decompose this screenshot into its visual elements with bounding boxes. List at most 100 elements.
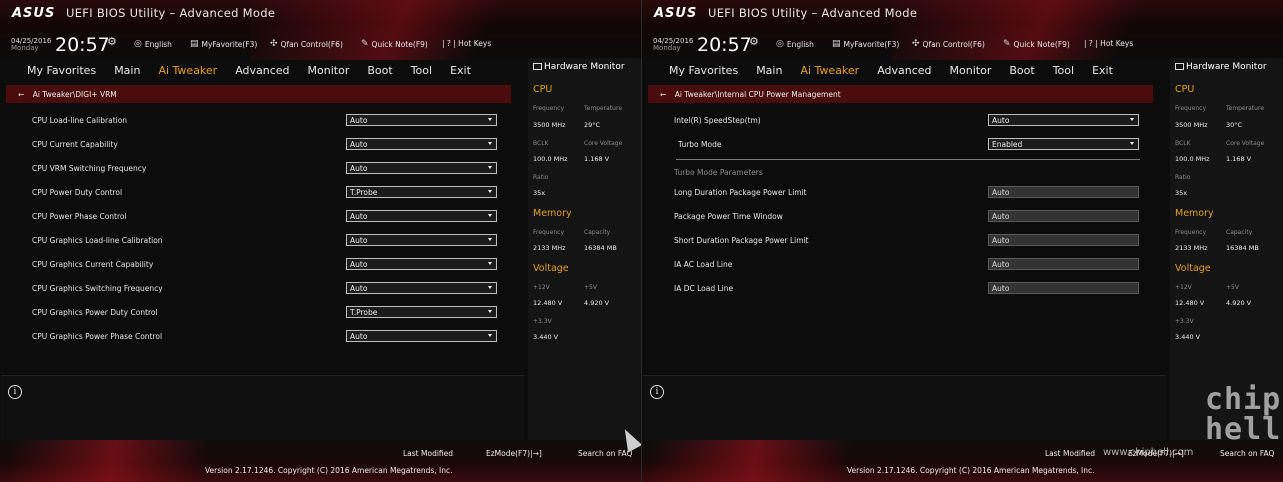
setting-row: IA AC Load Line Auto — [674, 258, 1144, 272]
ia-ac-load-line-input[interactable]: Auto — [988, 258, 1139, 270]
hw-label: BCLK — [533, 140, 549, 147]
tab-tool[interactable]: Tool — [1044, 64, 1083, 78]
cpu-llc-dropdown[interactable]: Auto — [346, 114, 497, 126]
quick-note-button[interactable]: ✎ Quick Note(F9) — [1003, 39, 1070, 49]
setting-row: CPU Graphics Power Phase Control Auto — [32, 330, 502, 344]
hw-bclk: 100.0 MHz — [1175, 155, 1210, 163]
last-modified-button[interactable]: Last Modified — [403, 449, 453, 458]
setting-row: CPU Current Capability Auto — [32, 138, 502, 152]
version-text: Version 2.17.1246. Copyright (C) 2016 Am… — [847, 466, 1095, 475]
gear-icon[interactable]: ⚙ — [749, 35, 759, 48]
setting-label: CPU Graphics Load-line Calibration — [32, 236, 163, 245]
short-duration-power-limit-input[interactable]: Auto — [988, 234, 1139, 246]
hw-label: Core Voltage — [1226, 140, 1265, 147]
caret-down-icon — [488, 334, 492, 337]
turbo-mode-dropdown[interactable]: Enabled — [988, 138, 1139, 150]
search-faq-button[interactable]: Search on FAQ — [578, 449, 632, 458]
hw-cpu-temperature: 29°C — [584, 121, 601, 129]
gear-icon[interactable]: ⚙ — [107, 35, 117, 48]
back-arrow-icon[interactable]: ← — [18, 90, 24, 99]
gfx-power-phase-dropdown[interactable]: Auto — [346, 330, 497, 342]
hw-title-text: Hardware Monitor — [544, 62, 625, 72]
tab-exit[interactable]: Exit — [1083, 64, 1122, 78]
hw-memory-heading: Memory — [1175, 208, 1214, 219]
long-duration-power-limit-input[interactable]: Auto — [988, 186, 1139, 198]
ia-dc-load-line-input[interactable]: Auto — [988, 282, 1139, 294]
speedstep-dropdown[interactable]: Auto — [988, 114, 1139, 126]
breadcrumb-text: Ai Tweaker\Internal CPU Power Management — [674, 90, 841, 99]
power-time-window-input[interactable]: Auto — [988, 210, 1139, 222]
tab-my-favorites[interactable]: My Favorites — [18, 64, 105, 78]
tab-monitor[interactable]: Monitor — [299, 64, 359, 78]
dropdown-value: T.Probe — [350, 188, 378, 197]
gfx-llc-dropdown[interactable]: Auto — [346, 234, 497, 246]
my-favorite-label: MyFavorite(F3) — [843, 39, 900, 49]
gfx-switching-frequency-dropdown[interactable]: Auto — [346, 282, 497, 294]
cpu-current-capability-dropdown[interactable]: Auto — [346, 138, 497, 150]
my-favorite-label: MyFavorite(F3) — [201, 39, 258, 49]
asus-logo: ASUS — [12, 6, 56, 21]
help-info-box: i — [1, 375, 524, 440]
footer: Last Modified EzMode(F7)|→] Search on FA… — [0, 440, 641, 482]
tab-monitor[interactable]: Monitor — [941, 64, 1001, 78]
info-icon: i — [650, 385, 664, 399]
monitor-icon — [1175, 63, 1184, 70]
tab-my-favorites[interactable]: My Favorites — [660, 64, 747, 78]
tab-boot[interactable]: Boot — [1000, 64, 1043, 78]
hot-keys-label: | ? | Hot Keys — [442, 39, 492, 48]
hw-label: +5V — [584, 284, 597, 291]
quick-note-button[interactable]: ✎ Quick Note(F9) — [361, 39, 428, 49]
help-info-box: i — [643, 375, 1166, 440]
qfan-control-button[interactable]: ✣ Qfan Control(F6) — [270, 39, 343, 49]
caret-down-icon — [488, 310, 492, 313]
my-favorite-button[interactable]: ▤ MyFavorite(F3) — [190, 39, 257, 49]
hw-voltage-heading: Voltage — [533, 263, 569, 274]
language-button[interactable]: ◎ English — [134, 39, 172, 49]
note-icon: ✎ — [1003, 39, 1011, 49]
cpu-vrm-frequency-dropdown[interactable]: Auto — [346, 162, 497, 174]
my-favorite-button[interactable]: ▤ MyFavorite(F3) — [832, 39, 899, 49]
setting-row: CPU Graphics Load-line Calibration Auto — [32, 234, 502, 248]
footer-decoration — [652, 440, 912, 482]
cpu-power-phase-dropdown[interactable]: Auto — [346, 210, 497, 222]
hot-keys-button[interactable]: | ? | Hot Keys — [442, 39, 491, 48]
gfx-current-capability-dropdown[interactable]: Auto — [346, 258, 497, 270]
input-value: Auto — [992, 188, 1010, 197]
tab-ai-tweaker[interactable]: Ai Tweaker — [791, 64, 868, 78]
tab-ai-tweaker[interactable]: Ai Tweaker — [149, 64, 226, 78]
day-text: Monday — [11, 44, 39, 52]
clock: 20:57 — [697, 34, 752, 56]
tab-main[interactable]: Main — [747, 64, 791, 78]
tab-exit[interactable]: Exit — [441, 64, 480, 78]
qfan-control-button[interactable]: ✣ Qfan Control(F6) — [912, 39, 985, 49]
cpu-power-duty-dropdown[interactable]: T.Probe — [346, 186, 497, 198]
hw-cpu-temperature: 30°C — [1226, 121, 1243, 129]
setting-row: Short Duration Package Power Limit Auto — [674, 234, 1144, 248]
setting-label: Turbo Mode — [678, 140, 722, 149]
caret-down-icon — [488, 238, 492, 241]
search-faq-button[interactable]: Search on FAQ — [1220, 449, 1274, 458]
tab-advanced[interactable]: Advanced — [868, 64, 940, 78]
language-button[interactable]: ◎ English — [776, 39, 814, 49]
gfx-power-duty-dropdown[interactable]: T.Probe — [346, 306, 497, 318]
header-decoration — [892, 0, 1222, 60]
breadcrumb[interactable]: ← Ai Tweaker\Internal CPU Power Manageme… — [648, 85, 1153, 103]
tab-advanced[interactable]: Advanced — [226, 64, 298, 78]
separator-line — [676, 159, 1140, 160]
hw-label: BCLK — [1175, 140, 1191, 147]
hot-keys-label: | ? | Hot Keys — [1084, 39, 1134, 48]
hot-keys-button[interactable]: | ? | Hot Keys — [1084, 39, 1133, 48]
globe-icon: ◎ — [134, 39, 142, 49]
last-modified-button[interactable]: Last Modified — [1045, 449, 1095, 458]
tab-tool[interactable]: Tool — [402, 64, 441, 78]
dropdown-value: Auto — [350, 260, 368, 269]
tab-boot[interactable]: Boot — [358, 64, 401, 78]
back-arrow-icon[interactable]: ← — [660, 90, 666, 99]
hw-label: Temperature — [584, 105, 623, 112]
language-label: English — [786, 39, 814, 49]
tab-main[interactable]: Main — [105, 64, 149, 78]
hw-ratio: 35x — [1175, 189, 1188, 197]
ezmode-button[interactable]: EzMode(F7)|→] — [486, 449, 542, 458]
breadcrumb[interactable]: ← Ai Tweaker\DIGI+ VRM — [6, 85, 511, 103]
date-display: 04/25/2016 Monday — [11, 38, 51, 52]
